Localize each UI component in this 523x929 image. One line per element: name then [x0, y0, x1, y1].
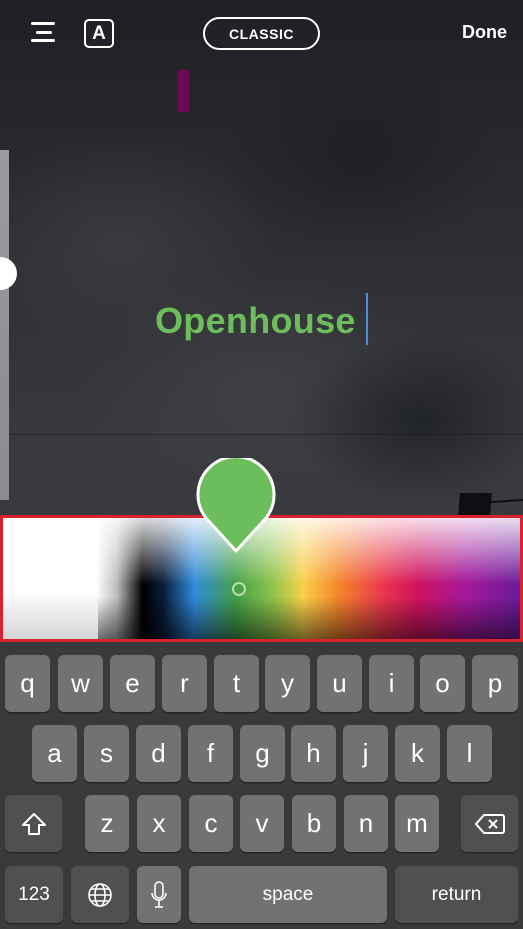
shift-icon	[21, 812, 46, 835]
microphone-icon	[151, 880, 167, 908]
key-k[interactable]: k	[395, 725, 440, 782]
background-pole	[458, 493, 492, 517]
key-c[interactable]: c	[189, 795, 233, 852]
key-g[interactable]: g	[240, 725, 285, 782]
numbers-key[interactable]: 123	[5, 866, 63, 923]
key-e[interactable]: e	[110, 655, 155, 712]
delete-key[interactable]	[461, 795, 518, 852]
text-size-slider[interactable]	[0, 150, 9, 500]
background-marker	[178, 70, 189, 112]
return-key[interactable]: return	[395, 866, 518, 923]
background-wire	[0, 434, 523, 435]
key-d[interactable]: d	[136, 725, 181, 782]
key-q[interactable]: q	[5, 655, 50, 712]
globe-key[interactable]	[71, 866, 129, 923]
globe-icon	[88, 882, 112, 907]
key-j[interactable]: j	[343, 725, 388, 782]
white-swatch-area[interactable]	[3, 518, 98, 639]
key-u[interactable]: u	[317, 655, 362, 712]
text-background-toggle-icon[interactable]: A	[84, 19, 114, 48]
key-v[interactable]: v	[240, 795, 284, 852]
key-x[interactable]: x	[137, 795, 181, 852]
key-a[interactable]: a	[32, 725, 77, 782]
key-w[interactable]: w	[58, 655, 103, 712]
space-key[interactable]: space	[189, 866, 387, 923]
selected-color-drop-icon[interactable]	[196, 458, 276, 553]
top-toolbar: A CLASSIC Done	[0, 0, 523, 70]
done-button[interactable]: Done	[462, 22, 507, 43]
text-style-button[interactable]: CLASSIC	[203, 17, 320, 50]
shift-key[interactable]	[5, 795, 62, 852]
key-z[interactable]: z	[85, 795, 129, 852]
keyboard: q w e r t y u i o p a s d f g h j k l z …	[0, 645, 523, 929]
text-align-center-icon[interactable]	[29, 20, 57, 46]
key-l[interactable]: l	[447, 725, 492, 782]
key-y[interactable]: y	[265, 655, 310, 712]
backspace-icon	[474, 813, 505, 834]
key-t[interactable]: t	[214, 655, 259, 712]
key-h[interactable]: h	[291, 725, 336, 782]
dictation-key[interactable]	[137, 866, 181, 923]
key-s[interactable]: s	[84, 725, 129, 782]
key-b[interactable]: b	[292, 795, 336, 852]
key-r[interactable]: r	[162, 655, 207, 712]
key-n[interactable]: n	[344, 795, 388, 852]
key-o[interactable]: o	[420, 655, 465, 712]
key-p[interactable]: p	[472, 655, 518, 712]
key-m[interactable]: m	[395, 795, 439, 852]
key-i[interactable]: i	[369, 655, 414, 712]
text-caret	[366, 293, 368, 345]
story-text[interactable]: Openhouse	[155, 300, 356, 342]
color-picker-target[interactable]	[232, 582, 246, 596]
key-f[interactable]: f	[188, 725, 233, 782]
